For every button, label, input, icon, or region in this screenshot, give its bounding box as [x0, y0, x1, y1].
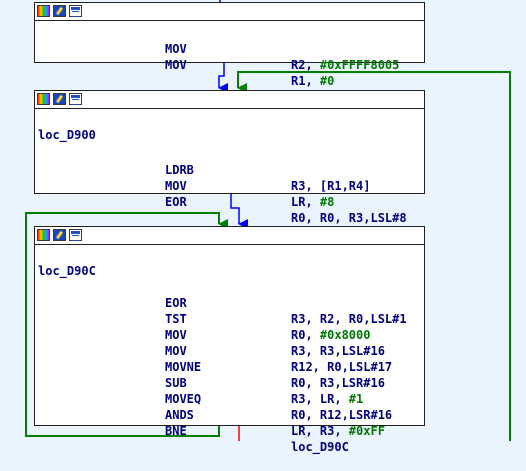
code-block-1[interactable]: MOV R2, #0xFFFF8005 MOV R1, #0	[34, 2, 425, 88]
color-palette-icon[interactable]	[37, 5, 50, 17]
text-view-icon[interactable]	[69, 5, 82, 17]
instruction-line[interactable]: MOV R12, R0,LSL#17	[35, 327, 424, 374]
instruction-line[interactable]: ANDS LR, R3, #0xFF	[35, 391, 424, 438]
operands: LR, R3, #0xFF	[291, 424, 385, 438]
instruction-line[interactable]: MOVNE R0, R3,LSR#16	[35, 343, 424, 390]
operands: loc_D90C	[291, 440, 349, 454]
instruction-line[interactable]: TST R0, #0x8000	[35, 295, 424, 342]
code-block-2[interactable]: loc_D900 LDRB R3, [R1,R4] MOV LR, #8 EOR…	[34, 90, 425, 225]
block-label[interactable]: loc_D900	[38, 127, 96, 143]
operands: LR, #8	[291, 195, 335, 209]
mnemonic: MOV	[165, 58, 187, 72]
operands: R0, R0, R3,LSL#8	[291, 211, 407, 225]
mnemonic: BNE	[165, 424, 187, 438]
block-header	[35, 3, 424, 21]
instruction-line[interactable]: SUB R3, LR, #1	[35, 359, 424, 406]
color-palette-icon[interactable]	[37, 229, 50, 241]
block-label[interactable]: loc_D90C	[38, 263, 96, 279]
instruction-line[interactable]: BNE loc_D90C	[35, 407, 424, 454]
edge-block1-to-block2	[218, 63, 228, 93]
mnemonic: EOR	[165, 195, 187, 209]
operands: R2, #0xFFFF8005	[291, 58, 400, 72]
block-header	[35, 227, 424, 245]
graph-view-icon[interactable]	[53, 5, 66, 17]
instruction-line[interactable]: MOVEQ R0, R12,LSR#16	[35, 375, 424, 422]
graph-view-icon[interactable]	[53, 93, 66, 105]
instruction-line[interactable]: LDRB R3, [R1,R4]	[35, 146, 424, 193]
instruction-line[interactable]: MOV LR, #8	[35, 162, 424, 209]
instruction-line[interactable]: MOV R3, R3,LSL#16	[35, 311, 424, 358]
code-block-3[interactable]: loc_D90C EOR R3, R2, R0,LSL#1 TST R0, #0…	[34, 226, 425, 454]
instruction-line[interactable]: EOR R0, R0, R3,LSL#8	[35, 178, 424, 225]
edge-block2-to-block3	[230, 194, 248, 229]
instruction-line[interactable]: MOV R1, #0	[35, 41, 424, 88]
instruction-line[interactable]: MOV R2, #0xFFFF8005	[35, 25, 424, 72]
text-view-icon[interactable]	[69, 93, 82, 105]
block-header	[35, 91, 424, 109]
graph-view-icon[interactable]	[53, 229, 66, 241]
operands: R1, #0	[291, 74, 335, 88]
color-palette-icon[interactable]	[37, 93, 50, 105]
instruction-line[interactable]: EOR R3, R2, R0,LSL#1	[35, 279, 424, 326]
text-view-icon[interactable]	[69, 229, 82, 241]
